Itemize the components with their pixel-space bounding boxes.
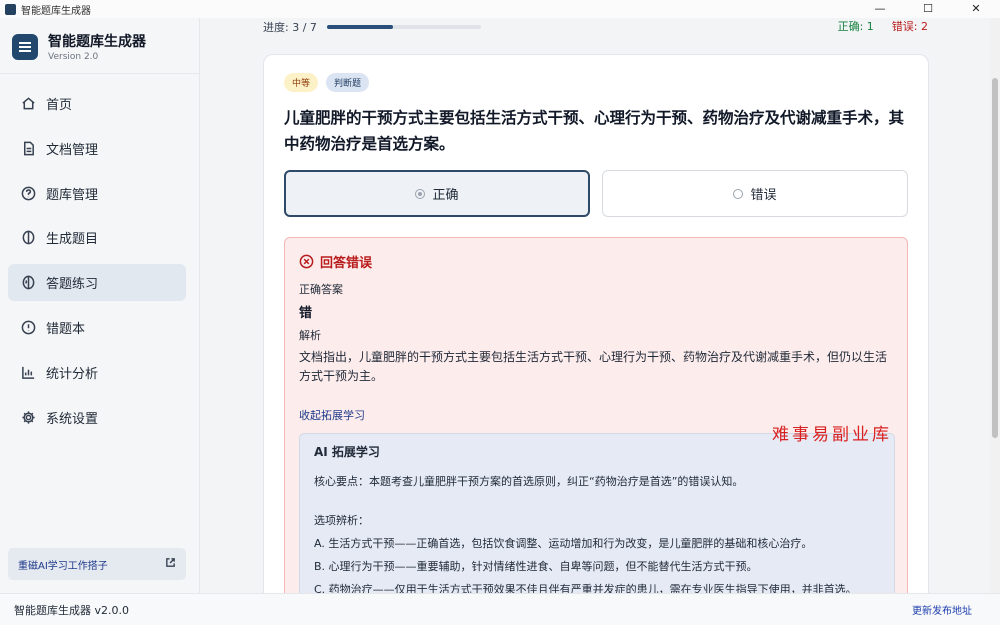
external-link-icon bbox=[165, 557, 176, 571]
question-type-badge: 判断题 bbox=[326, 73, 370, 92]
option-analysis-line: A. 生活方式干预——正确首选，包括饮食调整、运动增加和行为改变，是儿童肥胖的基… bbox=[314, 537, 813, 550]
sidebar-item-label: 题库管理 bbox=[46, 187, 99, 203]
answer-result-panel: 回答错误 正确答案 错 解析 文档指出，儿童肥胖的干预方式主要包括生活方式干预、… bbox=[284, 237, 908, 593]
sidebar-item-settings[interactable]: 系统设置 bbox=[8, 399, 186, 436]
correct-answer-label: 正确答案 bbox=[299, 283, 343, 296]
sidebar-item-generate[interactable]: 生成题目 bbox=[8, 219, 186, 256]
correct-answer-value: 错 bbox=[299, 306, 313, 321]
sidebar-item-label: 文档管理 bbox=[46, 142, 99, 158]
main-content: 进度: 3 / 7 正确: 1 错误: 2 中等 判断题 儿童肥胖的干预方式主要… bbox=[200, 18, 1000, 593]
sidebar-item-question-bank[interactable]: 题库管理 bbox=[8, 175, 186, 212]
score-summary: 正确: 1 错误: 2 bbox=[838, 18, 928, 34]
option-analysis-line: C. 药物治疗——仅用于生活方式干预效果不佳且伴有严重并发症的患儿，需在专业医生… bbox=[314, 583, 857, 593]
maximize-button[interactable]: ☐ bbox=[904, 0, 952, 18]
promo-link[interactable]: 重磁AI学习工作搭子 bbox=[8, 548, 186, 580]
main-scrollbar[interactable] bbox=[990, 18, 1000, 593]
scrollbar-thumb[interactable] bbox=[992, 78, 998, 438]
radio-checked-icon bbox=[415, 188, 426, 199]
document-icon bbox=[20, 140, 36, 156]
progress-bar-fill bbox=[326, 25, 393, 29]
result-heading: 回答错误 bbox=[299, 252, 372, 271]
alert-circle-icon bbox=[20, 319, 36, 335]
close-circle-icon bbox=[299, 254, 314, 269]
bar-chart-icon bbox=[20, 364, 36, 380]
collapse-extended-link[interactable]: 收起拓展学习 bbox=[299, 407, 365, 423]
watermark-text: 难事易副业库 bbox=[772, 425, 892, 445]
sparkle-icon bbox=[20, 230, 36, 246]
sidebar-item-practice[interactable]: 答题练习 bbox=[8, 264, 186, 302]
progress-bar bbox=[326, 25, 481, 29]
question-tags: 中等 判断题 bbox=[284, 73, 370, 92]
progress-label: 进度: 3 / 7 bbox=[263, 21, 317, 34]
result-title: 回答错误 bbox=[320, 256, 373, 271]
option-label: 错误 bbox=[750, 188, 777, 203]
release-link[interactable]: 更新发布地址 bbox=[912, 602, 972, 617]
sidebar-item-label: 错题本 bbox=[46, 321, 86, 337]
option-analysis-line: B. 心理行为干预——重要辅助，针对情绪性进食、自卑等问题，但不能替代生活方式干… bbox=[314, 560, 758, 573]
minimize-button[interactable]: — bbox=[856, 0, 904, 18]
radio-icon bbox=[733, 188, 744, 199]
question-circle-icon bbox=[20, 185, 36, 201]
brain-icon bbox=[20, 275, 36, 291]
question-text: 儿童肥胖的干预方式主要包括生活方式干预、心理行为干预、药物治疗及代谢减重手术，其… bbox=[284, 109, 905, 153]
analysis-text: 文档指出，儿童肥胖的干预方式主要包括生活方式干预、心理行为干预、药物治疗及代谢减… bbox=[299, 350, 888, 383]
sidebar-item-statistics[interactable]: 统计分析 bbox=[8, 354, 186, 391]
options-analysis-title: 选项辨析： bbox=[314, 514, 369, 527]
sidebar-item-documents[interactable]: 文档管理 bbox=[8, 130, 186, 167]
key-point-text: 核心要点：本题考查儿童肥胖干预方案的首选原则，纠正“药物治疗是首选”的错误认知。 bbox=[314, 475, 744, 488]
correct-count: 正确: 1 bbox=[837, 20, 874, 33]
analysis-label: 解析 bbox=[299, 329, 321, 342]
difficulty-badge: 中等 bbox=[284, 73, 319, 92]
brand: 智能题库生成器 Version 2.0 bbox=[12, 31, 146, 62]
home-icon bbox=[20, 96, 36, 112]
sidebar-item-label: 统计分析 bbox=[46, 366, 99, 382]
question-card: 中等 判断题 儿童肥胖的干预方式主要包括生活方式干预、心理行为干预、药物治疗及代… bbox=[263, 54, 929, 593]
brand-version: Version 2.0 bbox=[48, 52, 99, 62]
status-app-name: 智能题库生成器 v2.0.0 bbox=[14, 603, 129, 617]
sidebar-item-label: 答题练习 bbox=[46, 277, 99, 293]
sidebar-item-label: 系统设置 bbox=[46, 411, 99, 427]
brand-logo-icon bbox=[12, 33, 38, 60]
ai-learning-title: AI 拓展学习 bbox=[314, 445, 380, 459]
sidebar-item-label: 生成题目 bbox=[46, 232, 99, 248]
ai-learning-panel: AI 拓展学习 核心要点：本题考查儿童肥胖干预方案的首选原则，纠正“药物治疗是首… bbox=[299, 433, 895, 593]
window-title: 智能题库生成器 bbox=[21, 5, 91, 17]
window-controls: — ☐ ✕ bbox=[856, 0, 1000, 18]
gear-icon bbox=[20, 409, 36, 425]
wrong-count: 错误: 2 bbox=[891, 20, 928, 33]
window-titlebar: 智能题库生成器 — ☐ ✕ bbox=[0, 0, 1000, 18]
sidebar: 智能题库生成器 Version 2.0 首页 文档管理 题库管理 生成题目 答题… bbox=[0, 18, 200, 593]
status-bar: 智能题库生成器 v2.0.0 更新发布地址 bbox=[0, 593, 1000, 625]
sidebar-item-home[interactable]: 首页 bbox=[8, 85, 186, 122]
sidebar-divider bbox=[0, 73, 200, 74]
progress-row: 进度: 3 / 7 bbox=[263, 18, 933, 36]
sidebar-item-wrong-book[interactable]: 错题本 bbox=[8, 309, 186, 346]
option-label: 正确 bbox=[432, 188, 459, 203]
app-icon bbox=[5, 3, 16, 15]
option-true-button[interactable]: 正确 bbox=[284, 170, 590, 217]
brand-title: 智能题库生成器 bbox=[48, 34, 146, 50]
option-false-button[interactable]: 错误 bbox=[602, 170, 908, 217]
sidebar-nav: 首页 文档管理 题库管理 生成题目 答题练习 错题本 统计分析 系统设置 bbox=[8, 85, 186, 443]
sidebar-item-label: 首页 bbox=[46, 98, 73, 113]
promo-label: 重磁AI学习工作搭子 bbox=[18, 560, 108, 572]
close-button[interactable]: ✕ bbox=[952, 0, 1000, 18]
